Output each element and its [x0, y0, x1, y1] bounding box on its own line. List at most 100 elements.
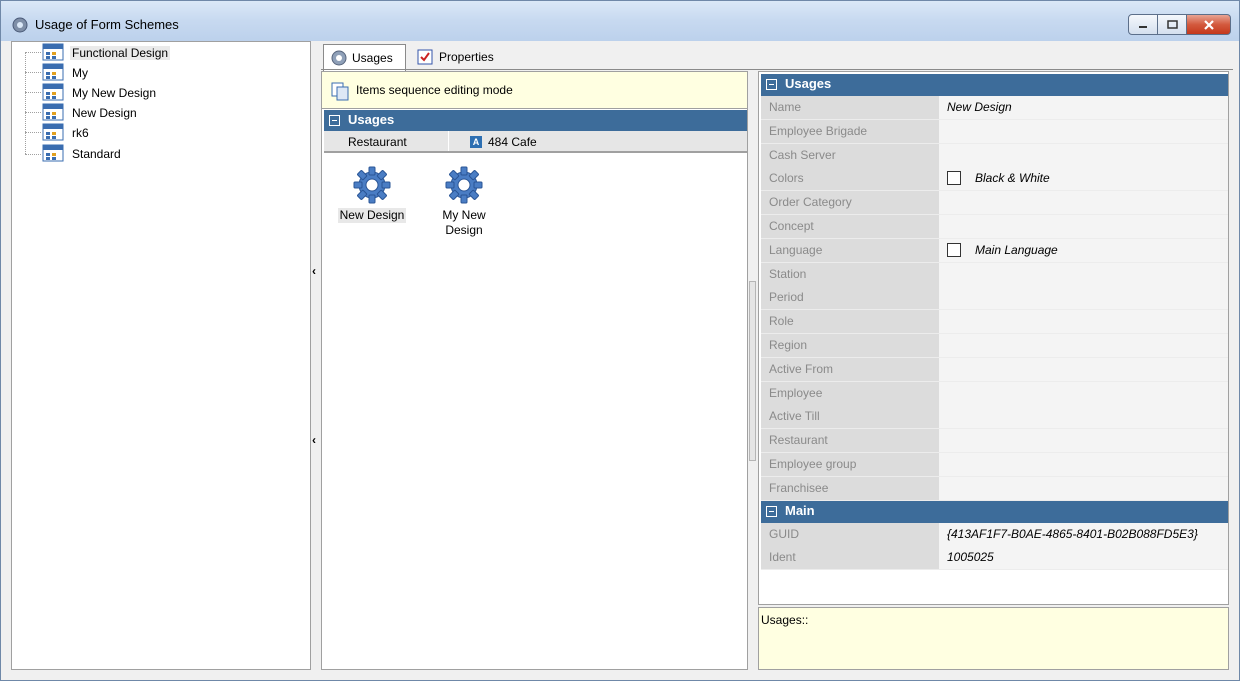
property-row[interactable]: Active Till: [761, 405, 1228, 430]
minimize-button[interactable]: [1128, 14, 1158, 35]
tree-item-label[interactable]: Standard: [72, 147, 121, 161]
property-row[interactable]: Cash Server: [761, 143, 1228, 168]
property-value[interactable]: [939, 119, 1228, 144]
checkbox[interactable]: [947, 242, 961, 257]
property-name: Language: [761, 238, 939, 263]
property-row[interactable]: Ident 1005025: [761, 546, 1228, 571]
property-value[interactable]: [939, 357, 1228, 382]
tab-properties[interactable]: Properties: [411, 44, 506, 70]
tree-item-label[interactable]: rk6: [72, 126, 89, 140]
property-value[interactable]: New Design: [939, 96, 1228, 120]
main-section-header[interactable]: Main: [761, 500, 1228, 523]
property-row[interactable]: Restaurant: [761, 429, 1228, 454]
filter-separator: [448, 131, 449, 151]
scheme-tree[interactable]: Functional Design My My New Design New D…: [11, 41, 311, 670]
property-row[interactable]: Colors Black & White: [761, 167, 1228, 192]
property-row[interactable]: Station: [761, 262, 1228, 287]
property-value-text: {413AF1F7-B0AE-4865-8401-B02B088FD5E3}: [947, 526, 1198, 541]
splitter-grip[interactable]: [749, 281, 756, 461]
usages-pane: Items sequence editing mode Usages Resta…: [321, 71, 748, 670]
property-row[interactable]: Employee: [761, 381, 1228, 406]
description-text: Usages::: [761, 613, 809, 627]
property-row[interactable]: Active From: [761, 357, 1228, 382]
form-scheme-icon: [42, 43, 64, 61]
property-value[interactable]: Black & White: [939, 167, 1228, 192]
property-value[interactable]: [939, 286, 1228, 311]
property-row[interactable]: Concept: [761, 215, 1228, 239]
property-row[interactable]: Name New Design: [761, 96, 1228, 120]
property-name: Employee Brigade: [761, 119, 939, 144]
tab-usages[interactable]: Usages: [323, 44, 406, 71]
main-window: Usage of Form Schemes Functional Design …: [0, 0, 1240, 681]
maximize-button[interactable]: [1158, 14, 1187, 35]
property-value[interactable]: [939, 215, 1228, 239]
property-row[interactable]: Franchisee: [761, 476, 1228, 501]
property-name: Order Category: [761, 191, 939, 216]
collapse-icon[interactable]: [329, 115, 340, 126]
usages-section-header[interactable]: Usages: [761, 74, 1228, 96]
property-value[interactable]: [939, 191, 1228, 216]
usage-item[interactable]: My New Design: [419, 166, 509, 238]
property-name: Employee: [761, 381, 939, 406]
filter-value[interactable]: A 484 Cafe: [470, 135, 537, 149]
restaurant-badge-icon: A: [470, 136, 482, 148]
property-value[interactable]: [939, 453, 1228, 477]
property-value[interactable]: {413AF1F7-B0AE-4865-8401-B02B088FD5E3}: [939, 522, 1228, 547]
property-name: Employee group: [761, 453, 939, 477]
property-name: Colors: [761, 167, 939, 192]
collapse-icon[interactable]: [766, 79, 777, 90]
property-row[interactable]: Order Category: [761, 191, 1228, 216]
form-scheme-icon: [42, 144, 64, 162]
property-value[interactable]: Main Language: [939, 238, 1228, 263]
tree-item-label[interactable]: My: [72, 66, 88, 80]
collapse-left-icon[interactable]: ‹: [312, 433, 316, 447]
props-splitter[interactable]: [748, 71, 758, 670]
close-button[interactable]: [1187, 14, 1231, 35]
property-name: Cash Server: [761, 143, 939, 168]
restaurant-filter-row[interactable]: Restaurant A 484 Cafe: [324, 131, 747, 153]
tab-label: Properties: [439, 50, 494, 64]
property-row[interactable]: GUID {413AF1F7-B0AE-4865-8401-B02B088FD5E…: [761, 522, 1228, 547]
window-title: Usage of Form Schemes: [35, 17, 179, 32]
tree-connector: [25, 72, 41, 73]
tab-divider: [321, 69, 1233, 70]
property-value[interactable]: [939, 310, 1228, 335]
property-row[interactable]: Employee Brigade: [761, 119, 1228, 144]
description-panel: Usages::: [758, 607, 1229, 670]
form-scheme-icon: [42, 103, 64, 121]
property-row[interactable]: Role: [761, 310, 1228, 335]
filter-value-text: 484 Cafe: [488, 135, 537, 149]
usage-item-label: My New Design: [442, 208, 486, 237]
property-value[interactable]: [939, 334, 1228, 358]
maximize-icon: [1166, 20, 1178, 29]
property-value[interactable]: [939, 429, 1228, 454]
property-row[interactable]: Employee group: [761, 453, 1228, 477]
property-row[interactable]: Region: [761, 334, 1228, 358]
tree-item-label[interactable]: New Design: [72, 106, 137, 120]
checkbox[interactable]: [947, 171, 961, 186]
property-value[interactable]: [939, 143, 1228, 168]
form-scheme-icon: [42, 83, 64, 101]
title-bar[interactable]: Usage of Form Schemes: [1, 1, 1239, 41]
property-name: Station: [761, 262, 939, 287]
property-name: GUID: [761, 522, 939, 547]
property-value[interactable]: [939, 476, 1228, 501]
tree-item-label[interactable]: Functional Design: [70, 46, 171, 60]
usage-item[interactable]: New Design: [327, 166, 417, 223]
window-controls: [1128, 14, 1231, 35]
property-value[interactable]: [939, 262, 1228, 287]
tree-item-label[interactable]: My New Design: [72, 86, 156, 100]
property-row[interactable]: Period: [761, 286, 1228, 311]
copy-pages-icon: [331, 82, 349, 101]
tree-splitter[interactable]: ‹ ‹: [311, 41, 321, 670]
usages-header[interactable]: Usages: [324, 110, 747, 131]
property-value[interactable]: [939, 381, 1228, 406]
collapse-icon[interactable]: [766, 505, 777, 517]
sequence-mode-bar[interactable]: Items sequence editing mode: [322, 72, 747, 109]
property-value[interactable]: 1005025: [939, 546, 1228, 571]
property-name: Restaurant: [761, 429, 939, 454]
property-name: Franchisee: [761, 476, 939, 501]
collapse-left-icon[interactable]: ‹: [312, 264, 316, 278]
property-row[interactable]: Language Main Language: [761, 238, 1228, 263]
property-value[interactable]: [939, 405, 1228, 430]
